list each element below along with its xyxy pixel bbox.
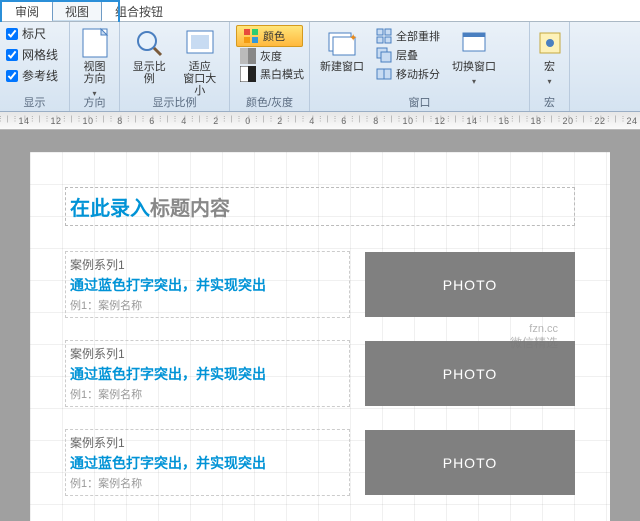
checkbox-ruler[interactable]: 标尺 (6, 25, 63, 42)
item-example: 例1：案例名称 (70, 297, 345, 313)
tab-bar: 审阅 视图 组合按钮 (0, 0, 640, 22)
ribbon-group-macro: 宏 宏 (530, 22, 570, 111)
bw-icon (240, 66, 256, 82)
macro-icon (534, 27, 566, 59)
ribbon-group-window: ✦ 新建窗口 全部重排 层叠 移动拆分 (310, 22, 530, 111)
text-placeholder[interactable]: 案例系列1 通过蓝色打字突出，并实现突出 例1：案例名称 (65, 251, 350, 318)
item-highlight: 通过蓝色打字突出，并实现突出 (70, 453, 345, 473)
grayscale-icon (240, 48, 256, 64)
fit-window-icon (184, 27, 216, 59)
macro-button[interactable]: 宏 (536, 25, 563, 89)
ribbon-group-zoom: 显示比例 适应 窗口大小 显示比例 (120, 22, 230, 111)
item-series: 案例系列1 (70, 434, 345, 451)
arrange-all-button[interactable]: 全部重排 (372, 27, 444, 45)
ribbon: 标尺 网格线 参考线 显示 视图方向 方向 显示比例 (0, 22, 640, 112)
checkbox-guides-input[interactable] (6, 70, 18, 82)
photo-placeholder[interactable]: PHOTO (365, 430, 575, 495)
tab-view[interactable]: 视图 (52, 0, 102, 21)
title-blue: 在此录入 (70, 198, 150, 220)
color-button[interactable]: 颜色 (236, 25, 303, 47)
grayscale-button[interactable]: 灰度 (236, 47, 303, 65)
group-label-direction: 方向 (70, 94, 119, 110)
item-series: 案例系列1 (70, 256, 345, 273)
text-placeholder[interactable]: 案例系列1 通过蓝色打字突出，并实现突出 例1：案例名称 (65, 429, 350, 496)
show-ratio-button[interactable]: 显示比例 (126, 25, 173, 87)
tab-review[interactable]: 审阅 (2, 0, 52, 21)
group-label-zoom: 显示比例 (120, 94, 229, 110)
ribbon-group-direction: 视图方向 方向 (70, 22, 120, 111)
text-placeholder[interactable]: 案例系列1 通过蓝色打字突出，并实现突出 例1：案例名称 (65, 340, 350, 407)
checkbox-ruler-input[interactable] (6, 28, 18, 40)
new-window-icon: ✦ (326, 27, 358, 59)
checkbox-gridlines[interactable]: 网格线 (6, 46, 63, 63)
page-icon (79, 27, 111, 59)
color-icon (243, 28, 259, 44)
bw-button[interactable]: 黑白模式 (236, 65, 303, 83)
fit-window-button[interactable]: 适应 窗口大小 (177, 25, 224, 99)
item-highlight: 通过蓝色打字突出，并实现突出 (70, 364, 345, 384)
group-label-show: 显示 (0, 94, 69, 110)
move-split-button[interactable]: 移动拆分 (372, 65, 444, 83)
content-row: 案例系列1 通过蓝色打字突出，并实现突出 例1：案例名称 PHOTO (65, 251, 575, 318)
checkbox-gridlines-input[interactable] (6, 49, 18, 61)
checkbox-guides[interactable]: 参考线 (6, 67, 63, 84)
group-label-macro: 宏 (530, 94, 569, 110)
tab-combine[interactable]: 组合按钮 (102, 0, 176, 21)
item-example: 例1：案例名称 (70, 386, 345, 402)
new-window-button[interactable]: ✦ 新建窗口 (316, 25, 368, 75)
title-gray: 标题内容 (150, 198, 230, 220)
slide-area: 在此录入标题内容 案例系列1 通过蓝色打字突出，并实现突出 例1：案例名称 PH… (0, 130, 640, 521)
switch-window-icon (458, 27, 490, 59)
title-placeholder[interactable]: 在此录入标题内容 (65, 187, 575, 226)
switch-window-button[interactable]: 切换窗口 (448, 25, 500, 89)
group-label-color: 颜色/灰度 (230, 94, 309, 110)
ribbon-group-show: 标尺 网格线 参考线 显示 (0, 22, 70, 111)
move-split-icon (376, 66, 392, 82)
item-series: 案例系列1 (70, 345, 345, 362)
photo-placeholder[interactable]: PHOTO (365, 341, 575, 406)
ruler-tick: 24 (616, 116, 640, 126)
slide[interactable]: 在此录入标题内容 案例系列1 通过蓝色打字突出，并实现突出 例1：案例名称 PH… (30, 152, 610, 521)
horizontal-ruler: 1412108642024681012141618202224 (0, 112, 640, 130)
photo-placeholder[interactable]: PHOTO (365, 252, 575, 317)
item-example: 例1：案例名称 (70, 475, 345, 491)
magnifier-icon (133, 27, 165, 59)
group-label-window: 窗口 (310, 94, 529, 110)
content-row: 案例系列1 通过蓝色打字突出，并实现突出 例1：案例名称 PHOTO (65, 429, 575, 496)
arrange-all-icon (376, 28, 392, 44)
svg-text:✦: ✦ (349, 33, 357, 44)
content-row: 案例系列1 通过蓝色打字突出，并实现突出 例1：案例名称 PHOTO (65, 340, 575, 407)
view-direction-button[interactable]: 视图方向 (76, 25, 113, 101)
item-highlight: 通过蓝色打字突出，并实现突出 (70, 275, 345, 295)
cascade-icon (376, 47, 392, 63)
ribbon-group-color: 颜色 灰度 黑白模式 颜色/灰度 (230, 22, 310, 111)
cascade-button[interactable]: 层叠 (372, 46, 444, 64)
